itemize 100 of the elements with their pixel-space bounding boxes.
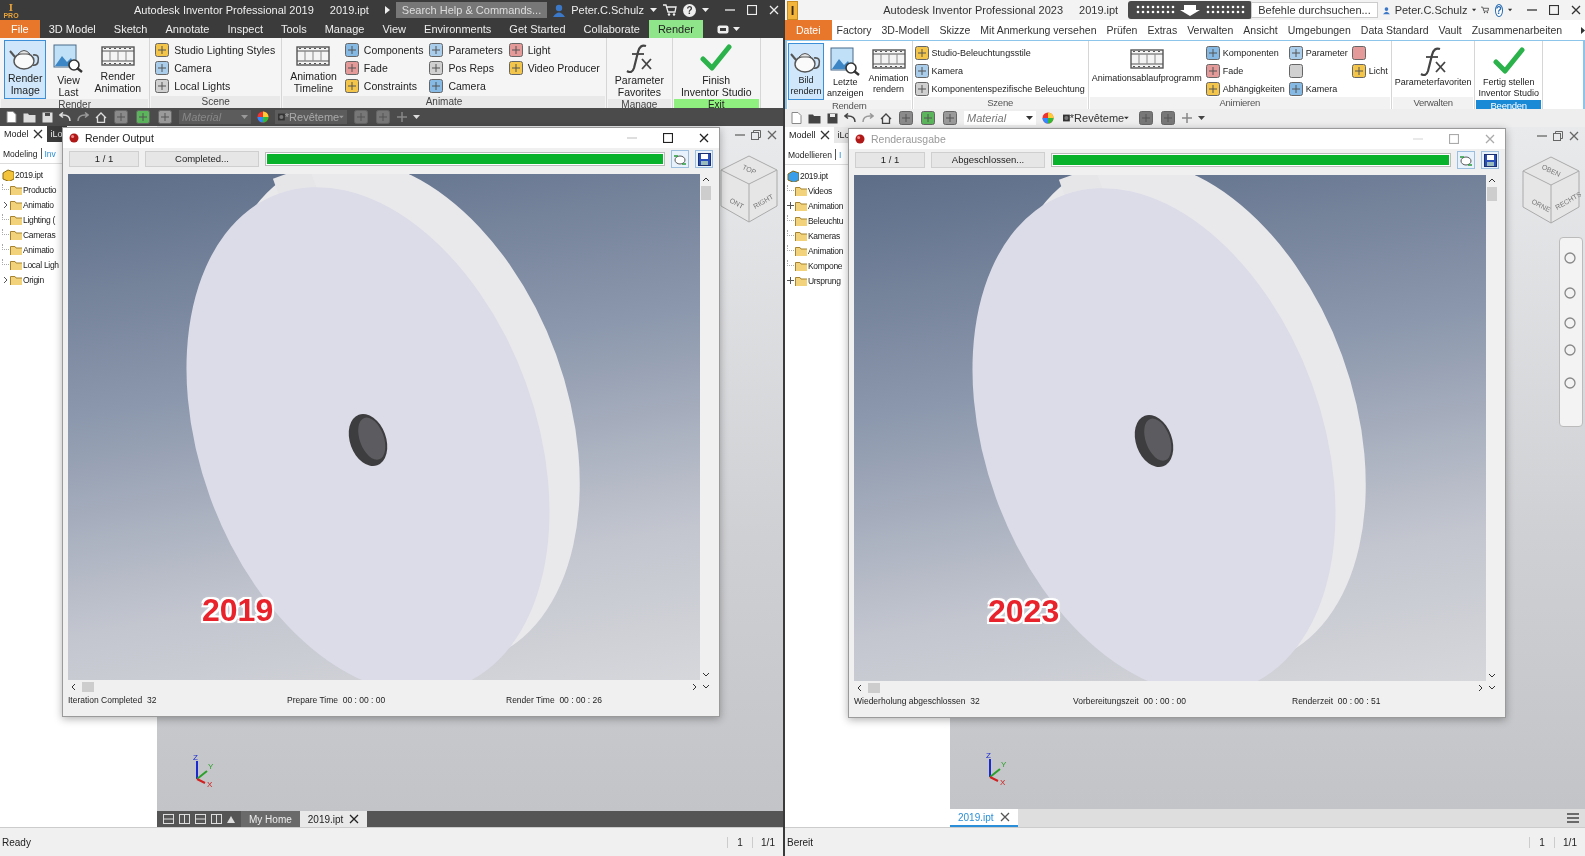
save-icon[interactable] [42, 111, 53, 123]
menu-tab[interactable]: Annotate [156, 20, 219, 38]
menu-tab[interactable]: Umgebungen [1282, 20, 1356, 40]
tree-item[interactable]: Animatio [2, 242, 155, 257]
save-button[interactable] [695, 150, 713, 168]
tree-item[interactable]: Origin [2, 272, 155, 287]
restore-icon[interactable] [751, 130, 761, 140]
plus-icon[interactable] [787, 277, 794, 284]
tree-item[interactable]: Videos [787, 183, 948, 198]
layout-icon[interactable] [163, 814, 174, 824]
scroll-right-icon[interactable] [692, 682, 697, 691]
ribbon-button[interactable]: Render Image [4, 40, 47, 99]
menu-tab[interactable]: Render [648, 20, 703, 38]
color-wheel-icon[interactable] [257, 111, 269, 123]
panel-toggle-icon[interactable] [716, 24, 729, 34]
ribbon-button[interactable]: Render Animation [90, 40, 146, 99]
ribbon-button[interactable]: Camera [428, 78, 505, 94]
mode-link[interactable]: I [838, 149, 842, 160]
menu-tab[interactable]: Extras [1142, 20, 1183, 40]
ribbon-button[interactable]: Parameter [1287, 45, 1350, 61]
ribbon-button[interactable]: Komponentenspezifische Beleuchtung [913, 81, 1087, 97]
scroll-left-icon[interactable] [857, 683, 862, 692]
browser-tab[interactable]: Modell [785, 127, 834, 143]
scroll-down-icon[interactable] [702, 672, 710, 677]
chevron-down-icon[interactable] [702, 684, 710, 689]
ribbon-button[interactable]: Animation Timeline [286, 40, 341, 96]
tree-item[interactable]: Cameras [2, 227, 155, 242]
ribbon-button[interactable]: Parameterfavoriten [1392, 43, 1474, 97]
ribbon-button[interactable]: Pos Reps [428, 60, 505, 76]
menu-tab[interactable]: Skizze [934, 20, 976, 40]
save-button[interactable] [1481, 151, 1499, 169]
menu-tab[interactable]: Tools [271, 20, 316, 38]
material-dropdown[interactable]: Material [964, 111, 1036, 125]
menu-tab[interactable]: Sketch [104, 20, 157, 38]
tree-item[interactable]: Ursprung [787, 273, 948, 288]
document-tab[interactable]: My Home [241, 811, 300, 827]
ribbon-button[interactable]: Animationsablaufprogramm [1089, 43, 1204, 97]
ribbon-button[interactable]: Camera [154, 60, 278, 76]
ribbon-button[interactable]: Local Lights [154, 78, 278, 94]
home-icon[interactable] [880, 112, 892, 124]
menu-tab[interactable]: Ansicht [1238, 20, 1283, 40]
mode-link[interactable]: Inv [44, 148, 56, 159]
user-name[interactable]: Peter.C.Schulz [571, 4, 644, 16]
menu-tab[interactable]: Get Started [500, 20, 575, 38]
menu-tab[interactable]: Inspect [218, 20, 272, 38]
menu-tab[interactable]: Collaborate [574, 20, 649, 38]
layout-icon[interactable] [179, 814, 190, 824]
tree-item[interactable]: Kompone [787, 258, 948, 273]
plus-icon[interactable] [787, 202, 794, 209]
ribbon-button[interactable]: Finish Inventor Studio [676, 40, 756, 99]
ribbon-button[interactable]: Abhängigkeiten [1204, 81, 1287, 97]
expand-arrow-icon[interactable] [384, 6, 390, 14]
tree-item[interactable]: Productio [2, 182, 155, 197]
tree-item[interactable]: Animation [787, 243, 948, 258]
remote-control-toolbar[interactable] [1128, 1, 1253, 19]
search-field[interactable]: Befehle durchsuchen... [1251, 2, 1378, 18]
ribbon-button[interactable]: Kamera [913, 63, 1087, 79]
redo-icon[interactable] [77, 112, 89, 122]
cart-icon[interactable] [663, 4, 677, 16]
tree-item[interactable]: Beleuchtu [787, 213, 948, 228]
ribbon-button[interactable]: Studio-Beleuchtungsstile [913, 45, 1087, 61]
ribbon-button[interactable]: Licht [1350, 63, 1390, 79]
tree-item[interactable]: Animation [787, 198, 948, 213]
color-wheel-icon[interactable] [1042, 112, 1054, 124]
tree-item[interactable]: Kameras [787, 228, 948, 243]
menu-icon[interactable] [1567, 813, 1579, 823]
menu-tab[interactable]: Factory [831, 20, 877, 40]
help-button[interactable]: ? [683, 3, 696, 17]
scroll-down-icon[interactable] [1488, 673, 1496, 678]
file-icon[interactable] [6, 111, 17, 123]
tree-item[interactable]: Animatio [2, 197, 155, 212]
tree-item[interactable]: 2019.ipt [2, 167, 155, 182]
up-triangle-icon[interactable] [227, 815, 235, 823]
menu-tab[interactable]: Zusammenarbeiten [1466, 20, 1568, 40]
ribbon-button[interactable]: Animation rendern [866, 43, 911, 100]
mode-link[interactable]: Modellieren [788, 149, 832, 160]
menu-tab[interactable]: Data Standard [1355, 20, 1434, 40]
navigation-bar[interactable] [1559, 237, 1583, 427]
menu-tab[interactable]: Vault [1433, 20, 1467, 40]
menu-tab[interactable]: Manage [315, 20, 374, 38]
scroll-thumb[interactable] [82, 681, 94, 692]
menu-tab[interactable]: 3D-Modell [876, 20, 935, 40]
ribbon-button[interactable]: Fade [1204, 63, 1287, 79]
chevron-icon[interactable] [3, 200, 8, 209]
ribbon-button[interactable]: Video Producer [507, 60, 602, 76]
layout-icon[interactable] [195, 814, 206, 824]
menu-tab[interactable]: Mit Anmerkung versehen [975, 20, 1102, 40]
scroll-up-icon[interactable] [702, 177, 710, 182]
ribbon-button[interactable]: Komponenten [1204, 45, 1287, 61]
ribbon-button[interactable]: Kamera [1287, 81, 1350, 97]
undo-icon[interactable] [844, 113, 856, 123]
menu-tab[interactable]: View [373, 20, 416, 38]
appearance-dropdown[interactable]: *Revêteme [1060, 111, 1132, 125]
scroll-thumb[interactable] [1487, 187, 1497, 201]
ribbon-button[interactable]: Parameters [428, 42, 505, 58]
ribbon-button[interactable]: Constraints [343, 78, 426, 94]
restore-icon[interactable] [1553, 131, 1563, 141]
menu-tab[interactable]: 3D Model [39, 20, 105, 38]
ribbon-button[interactable]: Bild rendern [788, 43, 824, 100]
scroll-thumb[interactable] [868, 682, 880, 693]
